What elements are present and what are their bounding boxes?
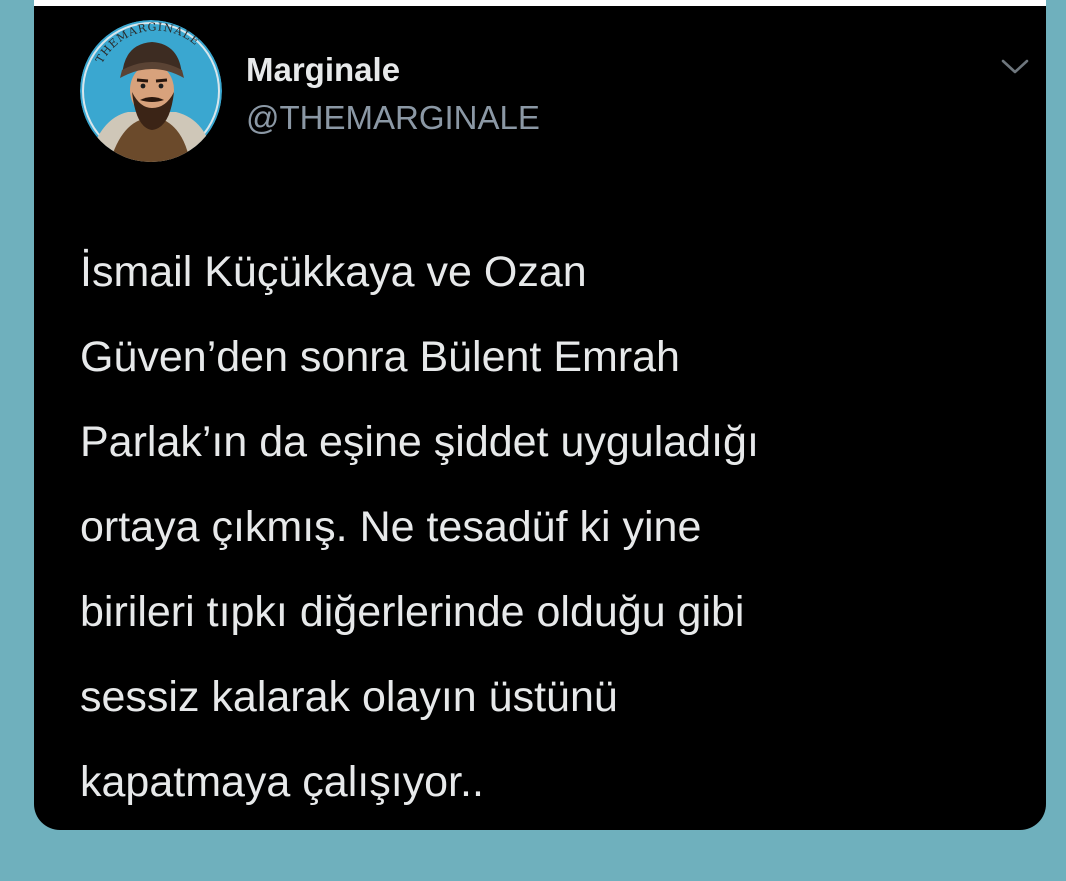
tweet-text-line: Parlak’ın da eşine şiddet uyguladığı [80, 418, 759, 466]
tweet-text-line: ortaya çıkmış. Ne tesadüf ki yine [80, 503, 702, 551]
author-display-name[interactable]: Marginale [246, 50, 400, 90]
avatar-illustration: THEMARGINALE [80, 20, 222, 162]
tweet-text-line: İsmail Küçükkaya ve Ozan [80, 248, 587, 296]
tweet-text-line: kapatmaya çalışıyor.. [80, 758, 484, 806]
tweet-text-line: birileri tıpkı diğerlerinde olduğu gibi [80, 588, 745, 636]
tweet-text-line: sessiz kalarak olayın üstünü [80, 673, 618, 721]
author-handle[interactable]: @THEMARGINALE [246, 98, 540, 138]
avatar[interactable]: THEMARGINALE [80, 20, 222, 162]
tweet-card: THEMARGINALE Marginale @THEMARGINALE İsm… [34, 6, 1046, 830]
tweet-text-line: Güven’den sonra Bülent Emrah [80, 333, 680, 381]
tweet-text: İsmail Küçükkaya ve Ozan Güven’den sonra… [80, 230, 1020, 825]
chevron-down-icon[interactable] [1000, 54, 1030, 78]
